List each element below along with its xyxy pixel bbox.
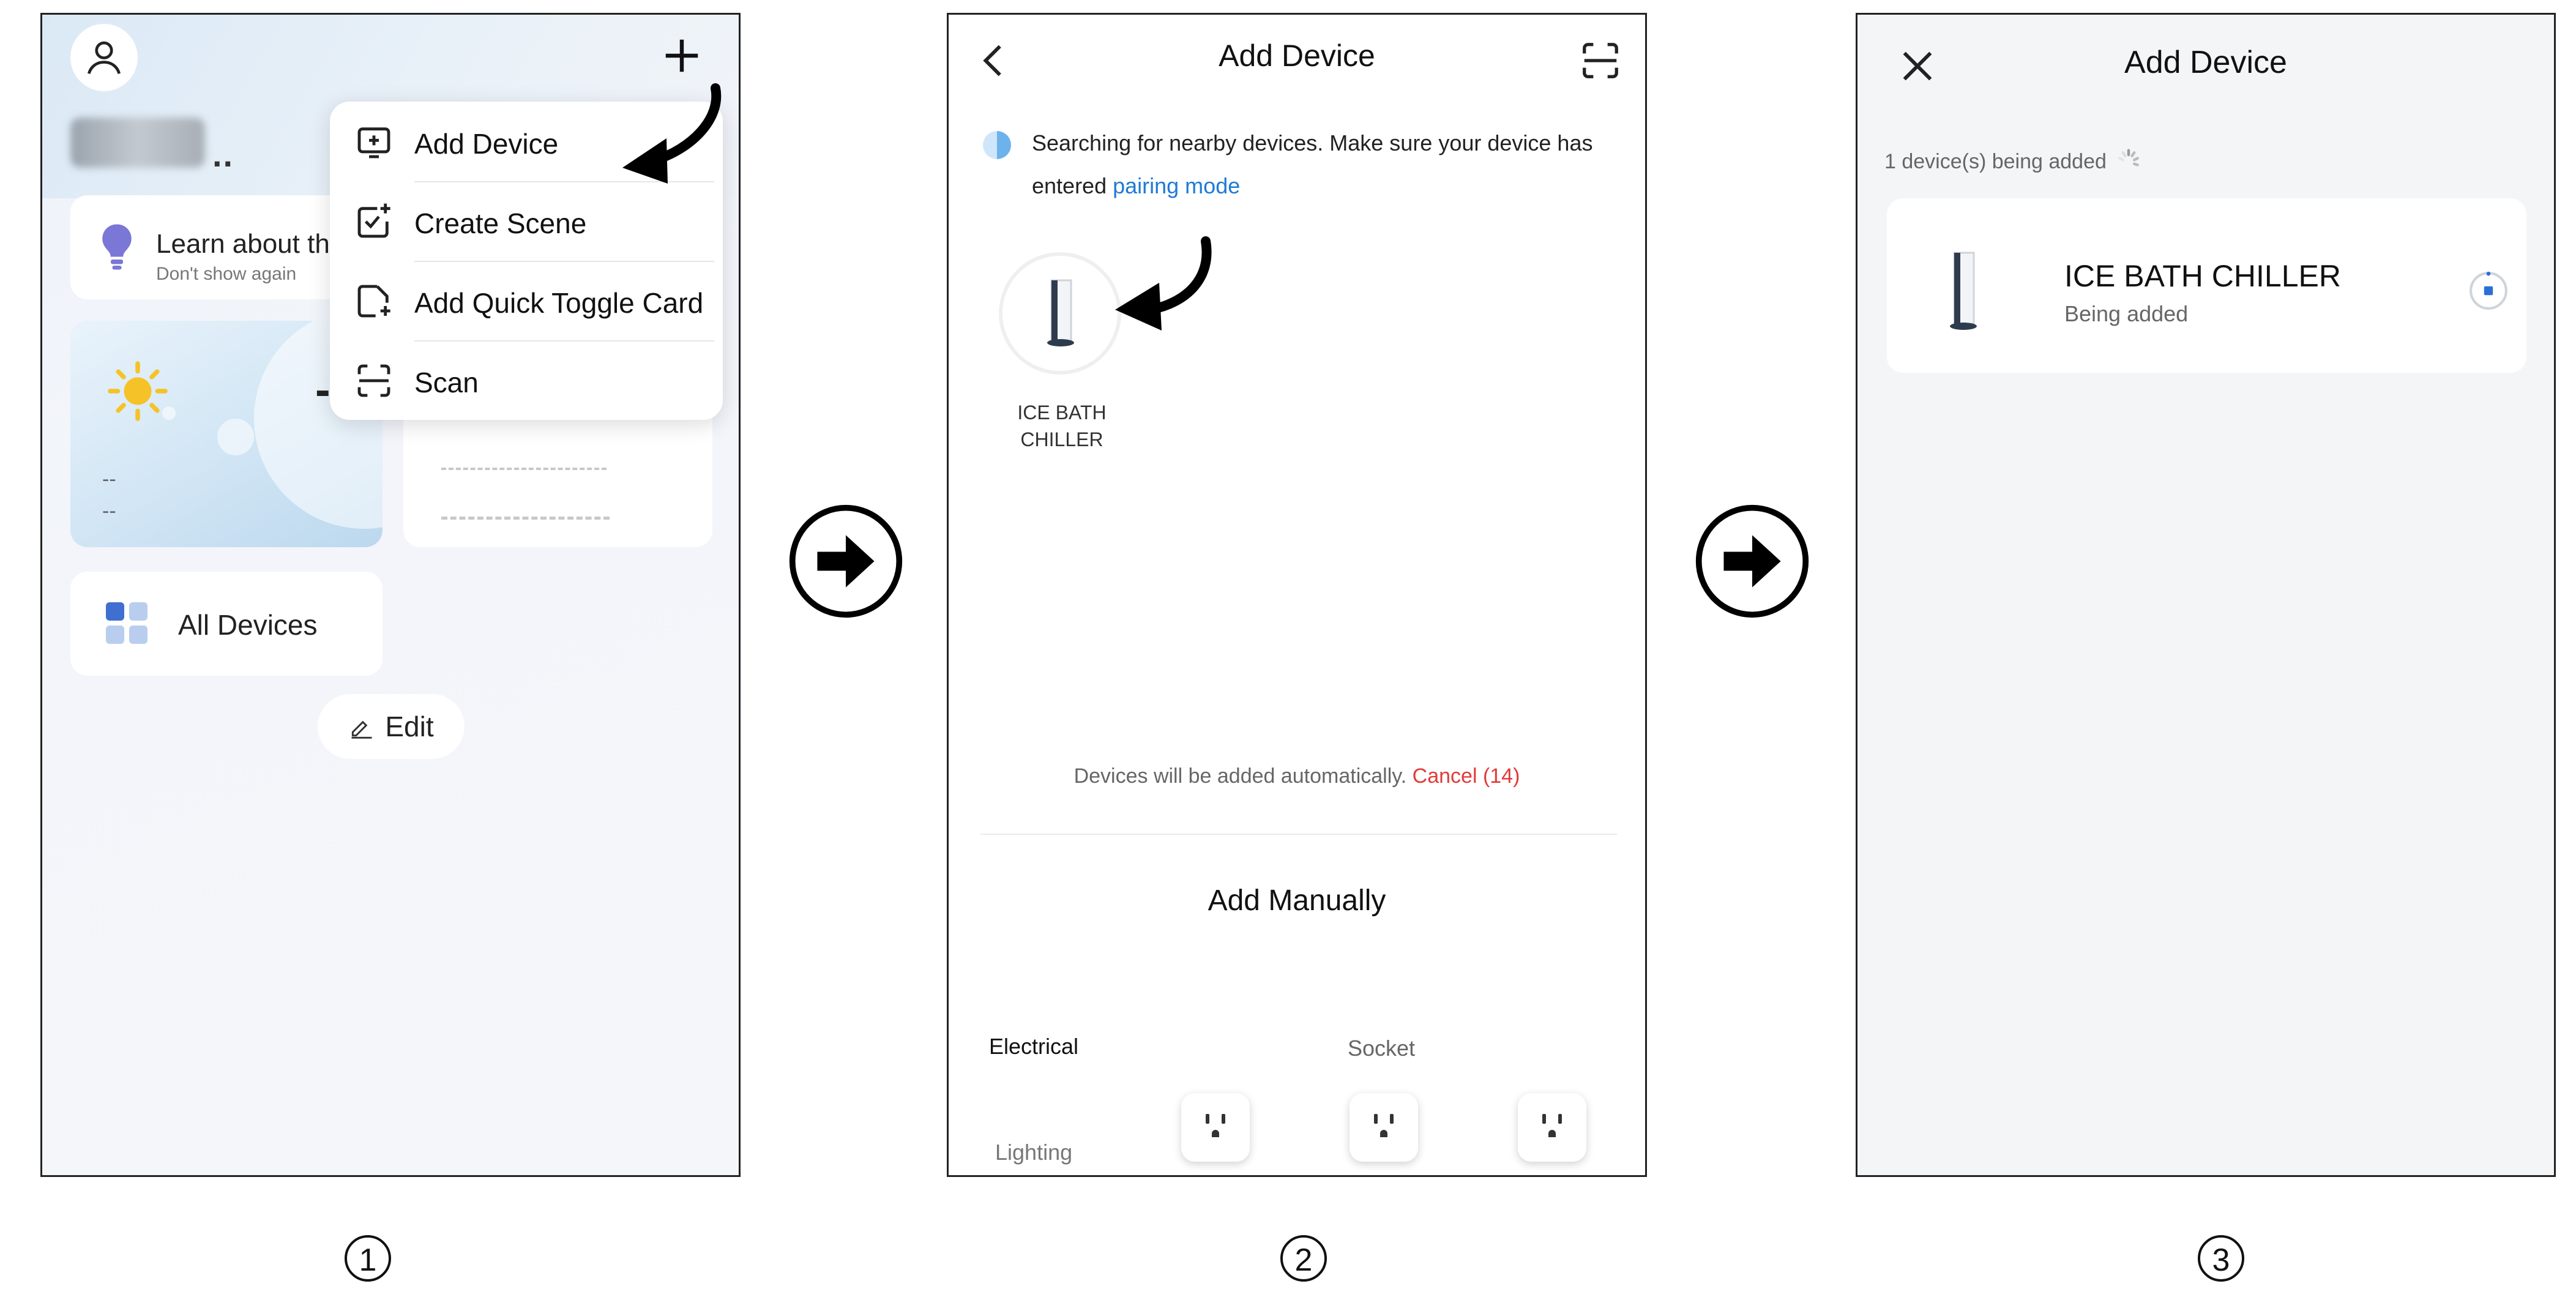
- add-device-icon: [357, 127, 390, 159]
- step-number-2: 2: [1279, 1234, 1328, 1283]
- next-step-arrow-icon: [789, 504, 903, 618]
- add-manually-heading: Add Manually: [1208, 884, 1386, 917]
- category-electrical[interactable]: Electrical: [989, 1034, 1078, 1059]
- pairing-mode-link[interactable]: pairing mode: [1113, 173, 1240, 198]
- menu-label-create-scene: Create Scene: [414, 207, 587, 239]
- placeholder-line: [441, 468, 607, 470]
- create-scene-icon: [357, 203, 390, 238]
- page-title: Add Device: [2124, 45, 2287, 80]
- menu-label-scan: Scan: [414, 367, 479, 398]
- socket-icon: [1374, 1114, 1394, 1137]
- pointer-arrow-icon: [1115, 236, 1212, 331]
- edit-button[interactable]: Edit: [318, 694, 465, 759]
- socket-icon: [1206, 1114, 1225, 1137]
- menu-label-add-quick-toggle-card: Add Quick Toggle Card: [414, 287, 704, 319]
- search-instruction: Searching for nearby devices. Make sure …: [1032, 122, 1632, 207]
- scan-icon[interactable]: [1579, 39, 1622, 82]
- sun-icon: [108, 361, 168, 421]
- chiller-device-icon: [1047, 279, 1074, 346]
- step-1-home-screen: .. Learn about th Don't show again -- --…: [40, 13, 741, 1177]
- all-devices-label: All Devices: [178, 609, 318, 641]
- menu-label-add-device: Add Device: [414, 128, 559, 160]
- cancel-link[interactable]: Cancel (14): [1413, 764, 1520, 788]
- step-2-add-device-screen: Add Device Searching for nearby devices.…: [947, 13, 1647, 1177]
- step-number-label: 2: [1294, 1242, 1313, 1278]
- pointer-arrow-icon: [622, 83, 722, 184]
- adding-device-name: ICE BATH CHILLER: [2064, 259, 2341, 293]
- grid-icon: [106, 602, 147, 644]
- auto-add-notice: Devices will be added automatically. Can…: [949, 764, 1645, 788]
- step-3-adding-device-screen: Add Device 1 device(s) being added ICE B…: [1856, 13, 2556, 1177]
- dont-show-again-link[interactable]: Don't show again: [156, 264, 296, 285]
- step-number-label: 1: [359, 1242, 377, 1278]
- adding-device-status: Being added: [2064, 301, 2189, 326]
- devices-being-added-count: 1 device(s) being added: [1884, 148, 2142, 175]
- step-number-label: 3: [2212, 1242, 2230, 1278]
- next-step-arrow-icon: [1695, 504, 1809, 618]
- page-title: Add Device: [1219, 39, 1375, 73]
- socket-device-tile[interactable]: [1350, 1093, 1418, 1162]
- profile-icon[interactable]: [70, 24, 138, 91]
- scan-icon: [357, 364, 390, 397]
- step-number-1: 1: [343, 1234, 392, 1283]
- found-device-name: ICE BATH CHILLER: [985, 399, 1138, 453]
- step-number-3: 3: [2197, 1234, 2246, 1283]
- adding-device-card: ICE BATH CHILLER Being added: [1887, 198, 2526, 373]
- loading-spinner-icon: [2118, 149, 2139, 166]
- menu-item-add-quick-toggle-card[interactable]: Add Quick Toggle Card: [330, 262, 723, 340]
- weather-line-1: --: [102, 468, 116, 491]
- found-device-name-line-1: ICE BATH: [1017, 402, 1107, 424]
- placeholder-line: [441, 517, 610, 520]
- edit-label: Edit: [385, 711, 434, 742]
- chiller-device-icon: [1950, 252, 1977, 330]
- category-lighting[interactable]: Lighting: [995, 1140, 1072, 1165]
- weather-line-2: --: [102, 499, 116, 523]
- pencil-icon: [351, 720, 372, 739]
- progress-stop-icon[interactable]: [2468, 271, 2509, 311]
- add-card-icon: [357, 285, 390, 318]
- searching-spinner-icon: [983, 131, 1011, 159]
- subcategory-socket: Socket: [1348, 1036, 1416, 1061]
- socket-device-tile[interactable]: [1181, 1093, 1250, 1162]
- socket-icon: [1542, 1114, 1562, 1137]
- weather-decor: [217, 419, 254, 455]
- menu-item-scan[interactable]: Scan: [330, 342, 723, 420]
- auto-add-text: Devices will be added automatically.: [1073, 764, 1413, 788]
- learn-tip-title: Learn about th: [156, 229, 330, 259]
- lightbulb-icon: [102, 224, 132, 270]
- home-name-blurred: [70, 118, 205, 168]
- devices-being-added-text: 1 device(s) being added: [1884, 149, 2107, 173]
- section-divider: [980, 834, 1617, 835]
- all-devices-card[interactable]: All Devices: [70, 572, 383, 676]
- socket-device-tile[interactable]: [1518, 1093, 1586, 1162]
- found-device-name-line-2: CHILLER: [1020, 428, 1103, 450]
- home-name-suffix: ..: [212, 135, 234, 174]
- plus-icon[interactable]: [654, 28, 709, 83]
